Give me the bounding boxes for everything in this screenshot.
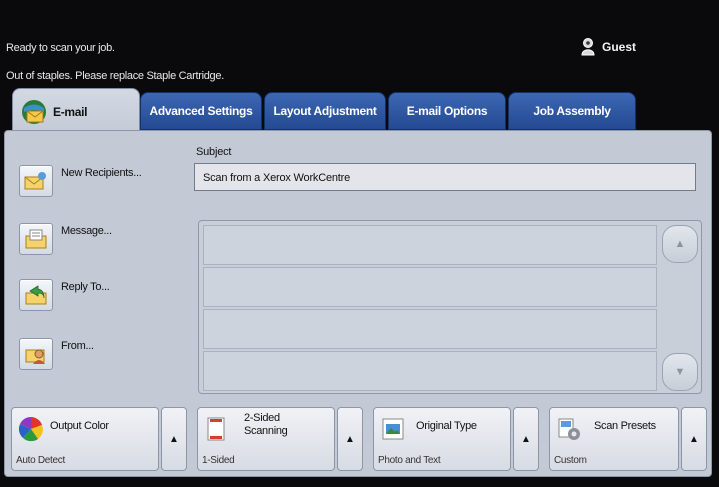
from-icon (19, 338, 53, 370)
original-type-arrow[interactable]: ▲ (513, 407, 539, 471)
tab-bar: E-mail Advanced Settings Layout Adjustme… (0, 86, 719, 134)
color-wheel-icon (18, 416, 43, 442)
two-sided-scanning-button[interactable]: 2-Sided Scanning 1-Sided (197, 407, 335, 471)
two-sided-icon (207, 417, 225, 441)
two-sided-scanning-value: 1-Sided (202, 455, 235, 466)
status-message: Ready to scan your job. (6, 42, 115, 54)
email-panel: New Recipients... Message... Reply To...… (4, 130, 712, 477)
tab-email[interactable]: E-mail (12, 88, 140, 134)
two-sided-scanning-arrow[interactable]: ▲ (337, 407, 363, 471)
scan-presets-title: Scan Presets (594, 420, 656, 432)
scan-presets-arrow[interactable]: ▲ (681, 407, 707, 471)
two-sided-title-line2: Scanning (244, 425, 288, 437)
original-type-title: Original Type (416, 420, 477, 432)
reply-to-button[interactable]: Reply To... (19, 279, 110, 311)
original-type-icon (382, 418, 404, 440)
tab-job-assembly-label: Job Assembly (533, 104, 611, 118)
new-recipients-label: New Recipients... (61, 167, 142, 179)
scroll-up-button[interactable]: ▲ (662, 225, 698, 263)
tab-email-options-label: E-mail Options (406, 104, 488, 118)
from-label: From... (61, 340, 94, 352)
user-button[interactable]: Guest (580, 38, 636, 56)
tab-email-label: E-mail (53, 104, 88, 119)
tab-layout-adjustment[interactable]: Layout Adjustment (264, 92, 386, 130)
new-recipients-button[interactable]: New Recipients... (19, 165, 142, 197)
user-key-icon (581, 38, 595, 56)
scrollbar[interactable]: ▲ ▼ (662, 225, 698, 391)
tab-email-options[interactable]: E-mail Options (388, 92, 506, 130)
tab-job-assembly[interactable]: Job Assembly (508, 92, 636, 130)
tab-advanced-settings[interactable]: Advanced Settings (140, 92, 262, 130)
two-sided-title-line1: 2-Sided (244, 412, 280, 424)
subject-field[interactable]: Scan from a Xerox WorkCentre (194, 163, 696, 191)
output-color-value: Auto Detect (16, 455, 65, 466)
output-color-title: Output Color (50, 420, 109, 432)
message-icon (19, 223, 53, 255)
message-list: ▲ ▼ (198, 220, 702, 394)
output-color-arrow[interactable]: ▲ (161, 407, 187, 471)
original-type-button[interactable]: Original Type Photo and Text (373, 407, 511, 471)
original-type-value: Photo and Text (378, 455, 441, 466)
message-label: Message... (61, 225, 112, 237)
message-button[interactable]: Message... (19, 223, 112, 255)
tab-layout-adjustment-label: Layout Adjustment (273, 104, 377, 118)
email-globe-icon (22, 99, 46, 124)
subject-label: Subject (196, 146, 232, 158)
reply-to-label: Reply To... (61, 281, 110, 293)
output-color-button[interactable]: Output Color Auto Detect (11, 407, 159, 471)
scroll-down-button[interactable]: ▼ (662, 353, 698, 391)
scan-presets-icon (558, 418, 580, 440)
scan-presets-button[interactable]: Scan Presets Custom (549, 407, 679, 471)
list-item[interactable] (203, 267, 657, 307)
scan-presets-value: Custom (554, 455, 587, 466)
recipients-icon (19, 165, 53, 197)
tab-advanced-settings-label: Advanced Settings (149, 104, 253, 118)
reply-to-icon (19, 279, 53, 311)
list-item[interactable] (203, 309, 657, 349)
two-sided-scanning-title: 2-Sided Scanning (244, 412, 288, 438)
warning-message: Out of staples. Please replace Staple Ca… (6, 70, 224, 82)
user-name: Guest (602, 40, 637, 54)
list-item[interactable] (203, 225, 657, 265)
list-item[interactable] (203, 351, 657, 391)
from-button[interactable]: From... (19, 338, 94, 370)
device-screen: Ready to scan your job. Out of staples. … (0, 0, 719, 487)
